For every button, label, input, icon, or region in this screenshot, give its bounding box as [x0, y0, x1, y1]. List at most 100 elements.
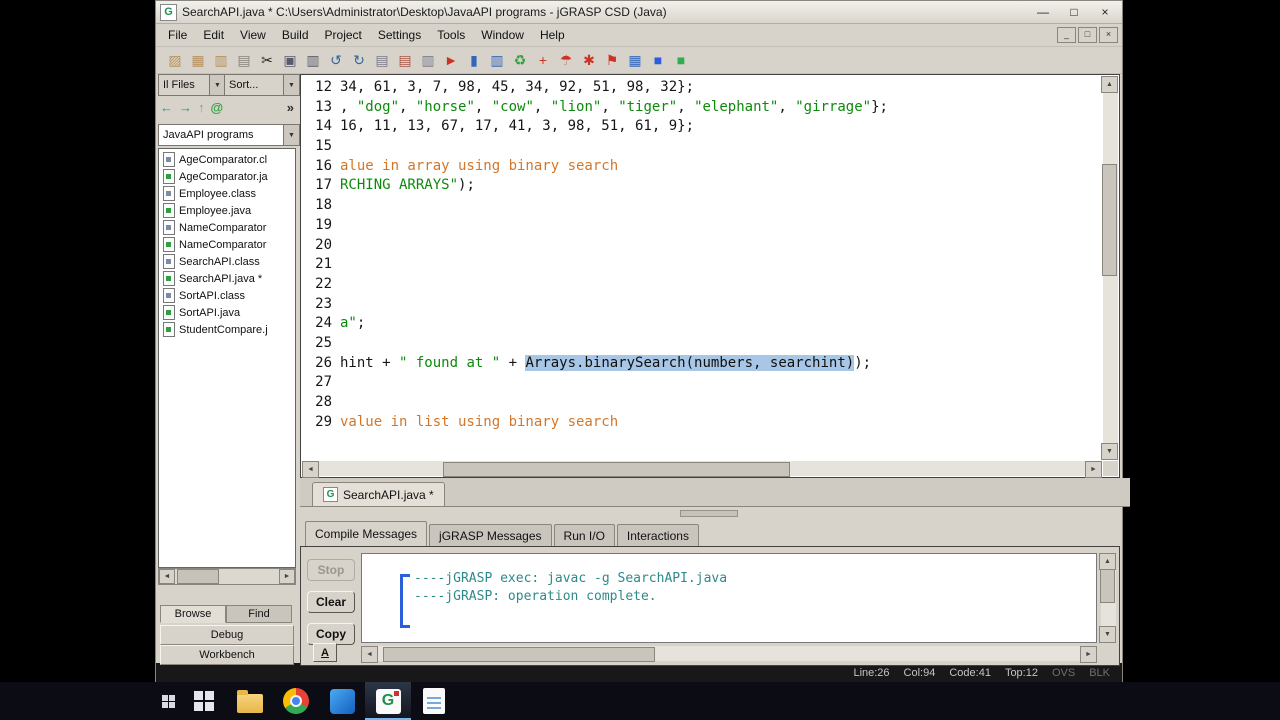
open-file-icon[interactable]: ▨: [166, 50, 184, 70]
sync-icon[interactable]: ♻: [511, 50, 529, 70]
file-list-item[interactable]: AgeComparator.ja: [159, 168, 295, 185]
font-size-button[interactable]: A: [313, 643, 337, 662]
scroll-up-icon[interactable]: ▲: [1101, 76, 1118, 93]
scroll-right-icon[interactable]: ►: [1085, 461, 1102, 478]
file-list-item[interactable]: SortAPI.class: [159, 287, 295, 304]
print-icon[interactable]: ▤: [235, 50, 253, 70]
file-list-item[interactable]: SearchAPI.java *: [159, 270, 295, 287]
start-button[interactable]: [181, 682, 227, 720]
redo-icon[interactable]: ↻: [350, 50, 368, 70]
mdi-restore-button[interactable]: □: [1078, 27, 1097, 43]
sort-dropdown[interactable]: Sort... ▼: [224, 74, 300, 96]
tab-jgrasp-messages[interactable]: jGRASP Messages: [429, 524, 552, 546]
save-all-icon[interactable]: ▥: [212, 50, 230, 70]
mdi-minimize-button[interactable]: _: [1057, 27, 1076, 43]
pin-icon[interactable]: ⚑: [603, 50, 621, 70]
file-list-item[interactable]: AgeComparator.cl: [159, 151, 295, 168]
umbrella-icon[interactable]: ☂: [557, 50, 575, 70]
code-line[interactable]: 16 alue in array using binary search: [308, 158, 1102, 178]
file-list[interactable]: AgeComparator.cl AgeComparator.ja Employee…: [158, 148, 296, 568]
maximize-button[interactable]: □: [1061, 4, 1087, 21]
files-filter-dropdown[interactable]: Il Files ▼: [158, 74, 226, 96]
cut-icon[interactable]: ✂: [258, 50, 276, 70]
code-line[interactable]: 24 a";: [308, 315, 1102, 335]
app-blue-icon[interactable]: [319, 682, 365, 720]
compile-dart-icon[interactable]: ►: [442, 50, 460, 70]
code-line[interactable]: 14 16, 11, 13, 67, 17, 41, 3, 98, 51, 61,…: [308, 118, 1102, 138]
chrome-icon[interactable]: [273, 682, 319, 720]
file-list-item[interactable]: SortAPI.java: [159, 304, 295, 321]
file-list-item[interactable]: SearchAPI.class: [159, 253, 295, 270]
code-line[interactable]: 29 value in list using binary search: [308, 414, 1102, 434]
file-list-item[interactable]: Employee.java: [159, 202, 295, 219]
chart-icon[interactable]: ▮: [465, 50, 483, 70]
scroll-right-icon[interactable]: ►: [279, 569, 295, 584]
scroll-down-icon[interactable]: ▼: [1099, 626, 1116, 643]
mdi-close-button[interactable]: ×: [1099, 27, 1118, 43]
copy-icon[interactable]: ▣: [281, 50, 299, 70]
structure-icon[interactable]: ▥: [488, 50, 506, 70]
grid-icon[interactable]: ▦: [626, 50, 644, 70]
menu-window[interactable]: Window: [473, 25, 532, 45]
hscroll-thumb[interactable]: [177, 569, 219, 584]
code-line[interactable]: 12 34, 61, 3, 7, 98, 45, 34, 92, 51, 98, …: [308, 79, 1102, 99]
save-file-icon[interactable]: ▦: [189, 50, 207, 70]
scroll-left-icon[interactable]: ◄: [159, 569, 175, 584]
run-green-icon[interactable]: ■: [672, 50, 690, 70]
tab-browse[interactable]: Browse: [160, 605, 226, 623]
stop-blue-icon[interactable]: ■: [649, 50, 667, 70]
hscroll-thumb[interactable]: [383, 647, 655, 662]
file-list-item[interactable]: NameComparator: [159, 236, 295, 253]
menu-file[interactable]: File: [160, 25, 195, 45]
debug-ant-icon[interactable]: ✱: [580, 50, 598, 70]
code-line[interactable]: 20: [308, 237, 1102, 257]
panel-splitter[interactable]: [300, 508, 1118, 518]
debug-button[interactable]: Debug: [160, 625, 294, 645]
title-bar[interactable]: G SearchAPI.java * C:\Users\Administrato…: [156, 1, 1122, 24]
editor[interactable]: 12 34, 61, 3, 7, 98, 45, 34, 92, 51, 98, …: [300, 74, 1120, 478]
code-line[interactable]: 19: [308, 217, 1102, 237]
code-line[interactable]: 28: [308, 394, 1102, 414]
code-line[interactable]: 17 RCHING ARRAYS");: [308, 177, 1102, 197]
scroll-left-icon[interactable]: ◄: [361, 646, 378, 663]
tab-interactions[interactable]: Interactions: [616, 524, 699, 546]
file-tab[interactable]: G SearchAPI.java *: [312, 482, 445, 506]
splitter-grip-icon[interactable]: [680, 509, 738, 517]
tab-run-i-o[interactable]: Run I/O: [553, 524, 615, 546]
clear-button[interactable]: Clear: [307, 591, 355, 613]
code-area[interactable]: 12 34, 61, 3, 7, 98, 45, 34, 92, 51, 98, …: [302, 76, 1102, 460]
code-line[interactable]: 22: [308, 276, 1102, 296]
code-line[interactable]: 21: [308, 256, 1102, 276]
tab-compile-messages[interactable]: Compile Messages: [305, 521, 428, 546]
menu-edit[interactable]: Edit: [195, 25, 232, 45]
stop-button[interactable]: Stop: [307, 559, 355, 581]
scroll-left-icon[interactable]: ◄: [302, 461, 319, 478]
code-line[interactable]: 15: [308, 138, 1102, 158]
paste-icon[interactable]: ▥: [304, 50, 322, 70]
scroll-right-icon[interactable]: ►: [1080, 646, 1097, 663]
editor-hscrollbar[interactable]: ◄ ►: [302, 461, 1102, 478]
code-line[interactable]: 26 hint + " found at " + Arrays.binarySea…: [308, 354, 1102, 375]
file-list-item[interactable]: Employee.class: [159, 185, 295, 202]
menu-project[interactable]: Project: [317, 25, 370, 45]
scroll-up-icon[interactable]: ▲: [1099, 553, 1116, 570]
back-icon[interactable]: ←: [160, 100, 173, 115]
editor-vscrollbar[interactable]: ▲ ▼: [1101, 76, 1118, 460]
code-line[interactable]: 25: [308, 335, 1102, 355]
forward-icon[interactable]: →: [179, 100, 192, 115]
file-explorer-icon[interactable]: [227, 682, 273, 720]
message-output[interactable]: ----jGRASP exec: javac -g SearchAPI.java…: [361, 553, 1097, 643]
refresh-icon[interactable]: @: [211, 100, 224, 115]
minimize-button[interactable]: —: [1030, 4, 1056, 21]
file-list-hscrollbar[interactable]: ◄ ►: [158, 568, 296, 585]
code-line[interactable]: 18: [308, 197, 1102, 217]
add-icon[interactable]: +: [534, 50, 552, 70]
more-icon[interactable]: »: [287, 100, 296, 115]
code-line[interactable]: 27: [308, 374, 1102, 394]
jgrasp-taskbar-icon[interactable]: G: [365, 682, 411, 720]
task-view-icon[interactable]: [155, 682, 181, 720]
menu-build[interactable]: Build: [274, 25, 317, 45]
workbench-button[interactable]: Workbench: [160, 645, 294, 665]
number-lines-icon[interactable]: ▥: [419, 50, 437, 70]
csd-generate-icon[interactable]: ▤: [373, 50, 391, 70]
